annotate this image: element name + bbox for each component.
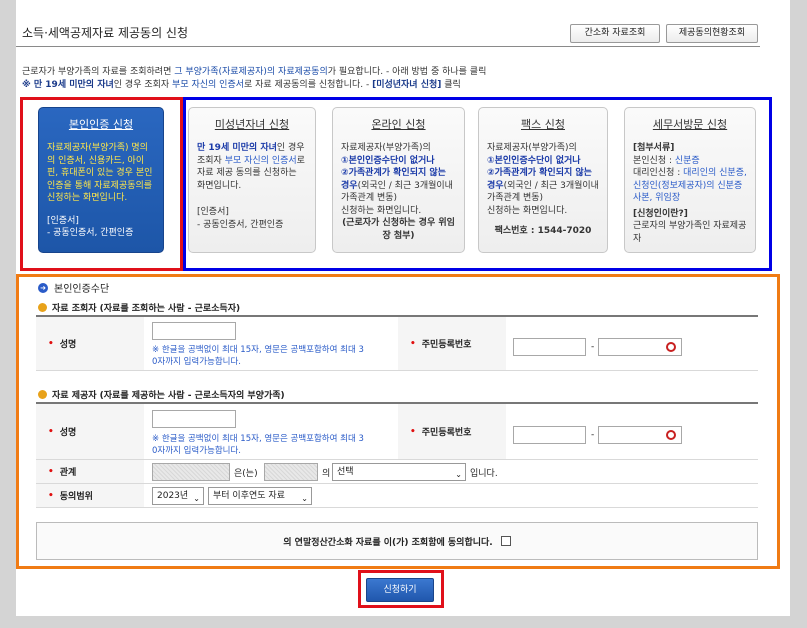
- provider-name-row: • 성명 ※ 한글을 공백없이 최대 15자, 영문은 공백포함하여 최대 3 0자…: [36, 404, 758, 460]
- consent-status-button[interactable]: 제공동의현황조회: [666, 24, 758, 43]
- auth-method-heading: ➜ 본인인증수단: [38, 280, 109, 295]
- page-title: 소득·세액공제자료 제공동의 신청: [22, 26, 189, 40]
- agree-checkbox[interactable]: [500, 536, 511, 546]
- chevron-down-icon: ⌄: [301, 494, 308, 503]
- relation-eun-text: 은(는): [234, 469, 258, 479]
- agree-box: 의 연말정산간소화 자료를 이(가) 조회함에 동의합니다.: [36, 522, 758, 560]
- provider-table: • 성명 ※ 한글을 공백없이 최대 15자, 영문은 공백포함하여 최대 3 0자…: [36, 402, 758, 508]
- arrow-circle-icon: ➜: [38, 282, 48, 293]
- relation-select[interactable]: 선택 ⌄: [332, 463, 466, 481]
- chevron-down-icon: ⌄: [193, 494, 200, 503]
- relation-end-text: 입니다.: [470, 469, 498, 479]
- viewer-name-hint: ※ 한글을 공백없이 최대 15자, 영문은 공백포함하여 최대 3 0자까지 입…: [152, 345, 364, 367]
- bullet-icon: [38, 390, 47, 399]
- chevron-down-icon: ⌄: [455, 470, 462, 479]
- viewer-name-input[interactable]: [152, 322, 236, 340]
- viewer-rrn-dash: -: [591, 342, 595, 352]
- provider-rrn-label: • 주민등록번호: [398, 404, 506, 459]
- provider-rrn-front-input[interactable]: [513, 426, 586, 444]
- relation-ui-text: 의: [322, 469, 331, 479]
- relation-row: • 관계 은(는) 의 선택 ⌄ 입니다.: [36, 460, 758, 484]
- viewer-rrn-label: • 주민등록번호: [398, 317, 506, 370]
- intro-text: 근로자가 부양가족의 자료를 조회하려면 그 부양가족(자료제공자)의 자료제공…: [22, 67, 487, 90]
- title-divider: [16, 46, 760, 47]
- highlight-box-blue: [183, 97, 772, 271]
- viewer-row: • 성명 ※ 한글을 공백없이 최대 15자, 영문은 공백포함하여 최대 3 0자…: [36, 317, 758, 371]
- viewer-rrn-front-input[interactable]: [513, 338, 586, 356]
- simple-data-button[interactable]: 간소화 자료조회: [570, 24, 660, 43]
- provider-rrn-dash: -: [591, 430, 595, 440]
- relation-viewer-input: [152, 463, 230, 481]
- viewer-heading: 자료 조회자 (자료를 조회하는 사람 - 근로소득자): [38, 301, 240, 314]
- secure-keypad-icon[interactable]: [666, 430, 676, 440]
- highlight-box-red: [20, 97, 183, 271]
- provider-name-hint: ※ 한글을 공백없이 최대 15자, 영문은 공백포함하여 최대 3 0자까지 입…: [152, 434, 364, 456]
- apply-button[interactable]: 신청하기: [366, 578, 434, 602]
- provider-heading: 자료 제공자 (자료를 제공하는 사람 - 근로소득자의 부양가족): [38, 388, 285, 401]
- provider-name-input[interactable]: [152, 410, 236, 428]
- range-select[interactable]: 부터 이후연도 자료 ⌄: [208, 487, 312, 505]
- range-row: • 동의범위 2023년 ⌄ 부터 이후연도 자료 ⌄: [36, 484, 758, 508]
- secure-keypad-icon[interactable]: [666, 342, 676, 352]
- year-select[interactable]: 2023년 ⌄: [152, 487, 204, 505]
- viewer-table: • 성명 ※ 한글을 공백없이 최대 15자, 영문은 공백포함하여 최대 3 0자…: [36, 315, 758, 371]
- relation-provider-input: [264, 463, 318, 481]
- range-label: • 동의범위: [36, 484, 144, 507]
- viewer-name-label: • 성명: [36, 317, 144, 370]
- agree-text: 의 연말정산간소화 자료를 이(가) 조회함에 동의합니다.: [283, 537, 493, 548]
- relation-label: • 관계: [36, 460, 144, 483]
- provider-name-label: • 성명: [36, 404, 144, 459]
- bullet-icon: [38, 303, 47, 312]
